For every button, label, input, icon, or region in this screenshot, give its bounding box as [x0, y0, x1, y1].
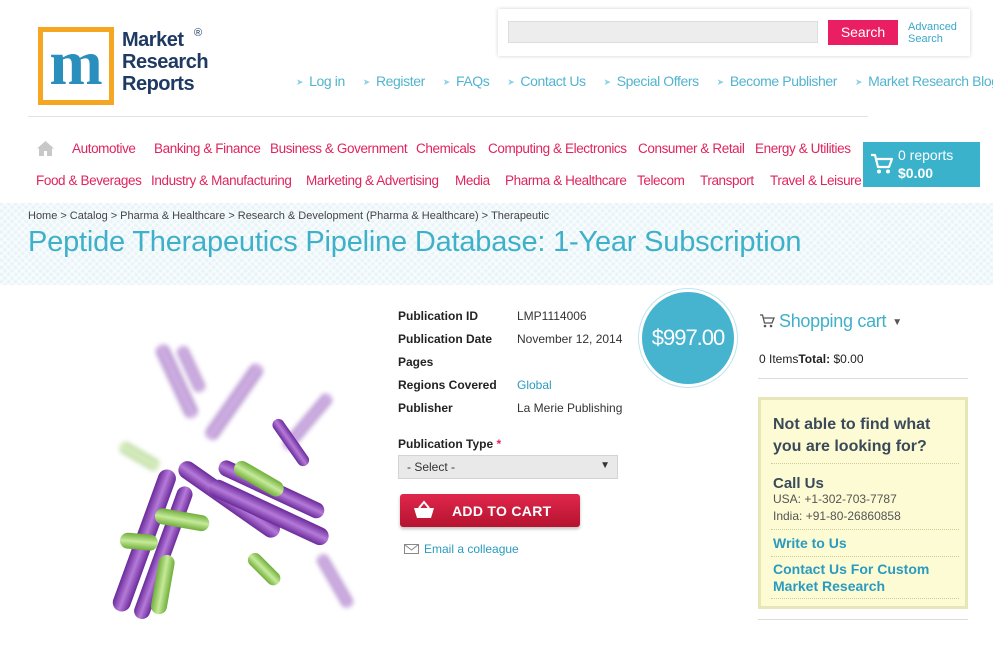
top-links: ➤ Log in ➤ Register ➤ FAQs ➤ Contact Us ➤ Spe… — [296, 73, 993, 89]
nav-transport[interactable]: Transport — [700, 173, 754, 188]
detail-label: Publication ID — [398, 309, 479, 323]
header-divider — [28, 116, 868, 117]
search-button[interactable]: Search — [828, 20, 898, 45]
nav-pharma-healthcare[interactable]: Pharma & Healthcare — [505, 173, 627, 188]
phone-usa: USA: +1-302-703-7787 — [773, 492, 897, 506]
faqs-link[interactable]: ➤ FAQs — [443, 73, 490, 89]
divider — [771, 529, 959, 530]
nav-consumer-retail[interactable]: Consumer & Retail — [638, 141, 745, 156]
logo-mark: m — [38, 27, 114, 105]
nav-marketing-advertising[interactable]: Marketing & Advertising — [306, 173, 439, 188]
cart-icon — [760, 314, 775, 328]
cart-total: $0.00 — [898, 165, 934, 181]
special-offers-link[interactable]: ➤ Special Offers — [603, 73, 700, 89]
search-panel: Search Advanced Search — [498, 9, 970, 56]
nav-food-beverages[interactable]: Food & Beverages — [36, 173, 142, 188]
breadcrumb-therapeutic[interactable]: Therapeutic — [491, 210, 549, 222]
site-logo[interactable]: m Market Research Reports ® — [38, 27, 210, 107]
search-input[interactable] — [508, 21, 818, 43]
detail-label: Pages — [398, 355, 434, 369]
nav-energy-utilities[interactable]: Energy & Utilities — [755, 141, 851, 156]
header-cart-button[interactable]: 0 reports $0.00 — [863, 142, 980, 187]
arrow-icon: ➤ — [507, 77, 515, 87]
breadcrumb: Home > Catalog > Pharma & Healthcare > Researc… — [28, 210, 550, 222]
nav-travel-leisure[interactable]: Travel & Leisure — [770, 173, 862, 188]
call-us-heading: Call Us — [773, 475, 824, 492]
nav-industry-manufacturing[interactable]: Industry & Manufacturing — [151, 173, 292, 188]
breadcrumb-home[interactable]: Home — [28, 210, 57, 222]
envelope-icon — [404, 544, 419, 554]
arrow-icon: ➤ — [362, 77, 371, 87]
blog-link[interactable]: ➤ Market Research Blog — [855, 73, 993, 89]
phone-india: India: +91-80-26860858 — [773, 509, 901, 523]
arrow-icon: ➤ — [854, 77, 863, 87]
divider — [771, 556, 959, 557]
write-to-us-link[interactable]: Write to Us — [773, 535, 847, 552]
divider — [771, 598, 959, 599]
basket-icon — [414, 500, 434, 518]
add-to-cart-button[interactable]: ADD TO CART — [400, 494, 580, 527]
shopping-cart-summary: 0 ItemsTotal: $0.00 — [759, 352, 864, 366]
detail-value: November 12, 2014 — [517, 332, 623, 346]
registered-mark: ® — [194, 27, 203, 39]
custom-research-link[interactable]: Contact Us For Custom Market Research — [773, 561, 953, 595]
email-colleague-link[interactable]: Email a colleague — [404, 542, 519, 556]
advanced-search-link[interactable]: Advanced Search — [908, 21, 968, 45]
home-icon[interactable] — [36, 140, 55, 157]
breadcrumb-pharma[interactable]: Pharma & Healthcare — [120, 210, 225, 222]
detail-value: LMP1114006 — [517, 309, 587, 323]
cart-icon — [871, 153, 894, 174]
nav-chemicals[interactable]: Chemicals — [416, 141, 476, 156]
nav-computing-electronics[interactable]: Computing & Electronics — [488, 141, 627, 156]
nav-business-government[interactable]: Business & Government — [270, 141, 408, 156]
login-link[interactable]: ➤ Log in — [296, 73, 345, 89]
divider — [758, 619, 968, 620]
cart-count: 0 reports — [898, 147, 954, 163]
select-value: - Select - — [407, 460, 456, 474]
product-image — [112, 344, 353, 619]
region-link[interactable]: Global — [517, 378, 552, 392]
breadcrumb-rnd[interactable]: Research & Development (Pharma & Healthc… — [238, 210, 479, 222]
arrow-icon: ➤ — [603, 77, 612, 87]
caret-down-icon: ▼ — [600, 460, 610, 471]
shopping-cart-toggle[interactable]: Shopping cart ▼ — [759, 311, 902, 332]
publication-type-select[interactable]: - Select - ▼ — [398, 455, 618, 479]
nav-automotive[interactable]: Automotive — [72, 141, 136, 156]
help-question: Not able to find what you are looking fo… — [773, 416, 931, 455]
arrow-icon: ➤ — [442, 77, 451, 87]
register-link[interactable]: ➤ Register — [363, 73, 425, 89]
price-badge: $997.00 — [639, 289, 737, 387]
detail-label: Regions Covered — [398, 378, 497, 392]
divider — [758, 378, 968, 379]
nav-telecom[interactable]: Telecom — [637, 173, 685, 188]
help-box: Not able to find what you are looking fo… — [758, 397, 968, 609]
nav-media[interactable]: Media — [455, 173, 490, 188]
arrow-icon: ➤ — [296, 77, 304, 87]
nav-banking-finance[interactable]: Banking & Finance — [154, 141, 261, 156]
detail-label: Publisher — [398, 401, 453, 415]
divider — [771, 463, 959, 464]
publication-type-label: Publication Type * — [398, 437, 502, 451]
detail-label: Publication Date — [398, 332, 493, 346]
arrow-icon: ➤ — [716, 77, 725, 87]
chevron-down-icon: ▼ — [892, 317, 902, 328]
breadcrumb-catalog[interactable]: Catalog — [70, 210, 108, 222]
detail-value: La Merie Publishing — [517, 401, 623, 415]
page-title: Peptide Therapeutics Pipeline Database: … — [28, 226, 802, 258]
contact-us-link[interactable]: ➤ Contact Us — [507, 73, 586, 89]
become-publisher-link[interactable]: ➤ Become Publisher — [716, 73, 838, 89]
